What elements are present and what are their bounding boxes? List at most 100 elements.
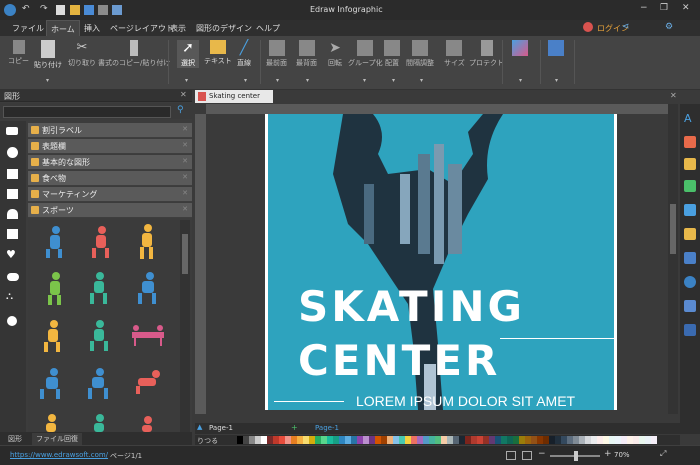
document-icon[interactable] xyxy=(684,300,696,312)
menu-file[interactable]: ファイル xyxy=(12,23,44,34)
people-category-icon[interactable] xyxy=(7,209,18,219)
menu-insert[interactable]: 挿入 xyxy=(84,23,100,34)
redo-icon[interactable]: ↷ xyxy=(40,4,48,14)
menu-home[interactable]: ホーム xyxy=(46,20,80,36)
zoom-in-icon[interactable]: + xyxy=(604,449,612,459)
distribute-button[interactable]: 間隔調整 xyxy=(406,40,434,68)
save-icon[interactable] xyxy=(84,5,94,15)
people-group-category-icon[interactable] xyxy=(7,273,19,281)
chevron-down-icon[interactable]: ▾ xyxy=(555,77,558,84)
protect-button[interactable]: プロテクト xyxy=(469,40,504,68)
close-icon[interactable]: ✕ xyxy=(182,189,188,197)
chevron-down-icon[interactable]: ▾ xyxy=(420,77,423,84)
player-shape[interactable] xyxy=(142,416,152,432)
style-button[interactable] xyxy=(512,40,528,58)
library-scrollbar[interactable] xyxy=(180,220,190,432)
fill-icon[interactable] xyxy=(684,136,696,148)
page-tab-2[interactable]: Page-1 xyxy=(315,424,339,432)
close-icon[interactable]: ✕ xyxy=(182,125,188,133)
menu-view[interactable]: 表示 xyxy=(170,23,186,34)
document-close-icon[interactable]: ✕ xyxy=(670,91,677,100)
paste-button[interactable]: 貼り付け xyxy=(34,40,62,70)
minimize-button[interactable]: − xyxy=(640,3,648,13)
open-icon[interactable] xyxy=(70,5,80,15)
category-basic-shapes[interactable]: 基本的な図形 ✕ xyxy=(28,155,192,170)
document-tab[interactable]: Skating center xyxy=(195,90,273,103)
zoom-out-icon[interactable]: − xyxy=(538,449,546,459)
globe-icon[interactable] xyxy=(684,276,696,288)
pie-category-icon[interactable] xyxy=(7,147,18,158)
close-icon[interactable]: ✕ xyxy=(182,157,188,165)
chevron-down-icon[interactable]: ▾ xyxy=(46,77,49,84)
layers-icon[interactable] xyxy=(684,204,696,216)
player-shape[interactable] xyxy=(138,272,156,304)
send-back-button[interactable]: 最背面 xyxy=(296,40,317,68)
shapes-category-icon[interactable] xyxy=(7,189,18,199)
share-icon[interactable]: ⋖ xyxy=(622,22,630,32)
export-icon[interactable] xyxy=(112,5,122,15)
user-icon[interactable] xyxy=(583,22,593,32)
text-format-icon[interactable]: A xyxy=(684,112,696,125)
menu-help[interactable]: ヘルプ xyxy=(256,23,280,34)
align-button[interactable]: 配置 xyxy=(384,40,400,68)
zoom-slider-thumb[interactable] xyxy=(574,451,578,461)
menu-page-layout[interactable]: ページレイアウト xyxy=(110,23,174,34)
website-link[interactable]: https://www.edrawsoft.com/ xyxy=(10,451,108,459)
player-shape[interactable] xyxy=(92,226,109,258)
flower-category-icon[interactable] xyxy=(7,316,17,326)
menu-shape-design[interactable]: 図形のデザイン xyxy=(196,23,252,34)
format-painter-button[interactable]: 書式のコピー/貼り付け xyxy=(98,40,170,68)
rotate-button[interactable]: ➤ 回転 xyxy=(327,40,343,68)
chevron-down-icon[interactable]: ▾ xyxy=(244,77,247,84)
chevron-down-icon[interactable]: ▾ xyxy=(392,77,395,84)
list-category-icon[interactable] xyxy=(7,169,18,179)
chevron-down-icon[interactable]: ▾ xyxy=(276,77,279,84)
category-food[interactable]: 食べ物 ✕ xyxy=(28,171,192,186)
close-button[interactable]: ✕ xyxy=(682,3,690,13)
maximize-button[interactable]: ❐ xyxy=(660,3,668,13)
scroll-thumb[interactable] xyxy=(670,204,676,254)
calendar-category-icon[interactable] xyxy=(7,229,18,239)
player-shape[interactable] xyxy=(46,226,62,258)
scroll-thumb[interactable] xyxy=(182,234,188,274)
bring-front-button[interactable]: 最前面 xyxy=(266,40,287,68)
find-button[interactable] xyxy=(548,40,564,58)
group-button[interactable]: グループ化 xyxy=(348,40,383,68)
player-shape[interactable] xyxy=(88,368,108,399)
image-icon[interactable] xyxy=(684,180,696,192)
cut-button[interactable]: ✂ 切り取り xyxy=(68,40,96,68)
color-swatch[interactable] xyxy=(651,436,657,444)
chevron-up-icon[interactable]: ▲ xyxy=(197,423,202,431)
category-sports[interactable]: スポーツ ✕ xyxy=(28,203,192,218)
chat-icon[interactable] xyxy=(684,324,696,336)
canvas-scrollbar[interactable] xyxy=(668,104,678,414)
search-icon[interactable]: ⚲ xyxy=(177,105,184,115)
line-style-icon[interactable] xyxy=(684,158,696,170)
label-category-icon[interactable] xyxy=(6,127,18,135)
chevron-down-icon[interactable]: ▾ xyxy=(306,77,309,84)
player-shape[interactable] xyxy=(140,224,153,259)
tab-file-recovery[interactable]: ファイル回復 xyxy=(32,433,82,445)
tab-shapes[interactable]: 図形 xyxy=(4,433,26,445)
player-shape[interactable] xyxy=(90,320,108,351)
player-shape[interactable] xyxy=(132,325,164,346)
add-page-icon[interactable]: + xyxy=(291,423,298,432)
text-button[interactable]: テキスト xyxy=(204,40,232,66)
player-shape[interactable] xyxy=(46,414,56,432)
close-icon[interactable]: ✕ xyxy=(182,141,188,149)
chevron-down-icon[interactable]: ▾ xyxy=(185,77,188,84)
player-shape[interactable] xyxy=(94,414,104,432)
chevron-down-icon[interactable]: ▾ xyxy=(363,77,366,84)
page-tab-1[interactable]: Page-1 xyxy=(209,424,233,432)
library-search-input[interactable] xyxy=(3,106,171,118)
copy-button[interactable]: コピー xyxy=(8,40,29,66)
category-title-block[interactable]: 表題欄 ✕ xyxy=(28,139,192,154)
note-icon[interactable] xyxy=(684,228,696,240)
library-close-icon[interactable]: ✕ xyxy=(180,90,187,99)
fit-width-icon[interactable] xyxy=(522,451,532,460)
settings-icon[interactable]: ⚙ xyxy=(665,22,673,32)
select-button[interactable]: ➚ 選択 xyxy=(177,40,199,68)
fit-page-icon[interactable] xyxy=(506,451,516,460)
undo-icon[interactable]: ↶ xyxy=(22,4,30,14)
category-marketing[interactable]: マーケティング ✕ xyxy=(28,187,192,202)
